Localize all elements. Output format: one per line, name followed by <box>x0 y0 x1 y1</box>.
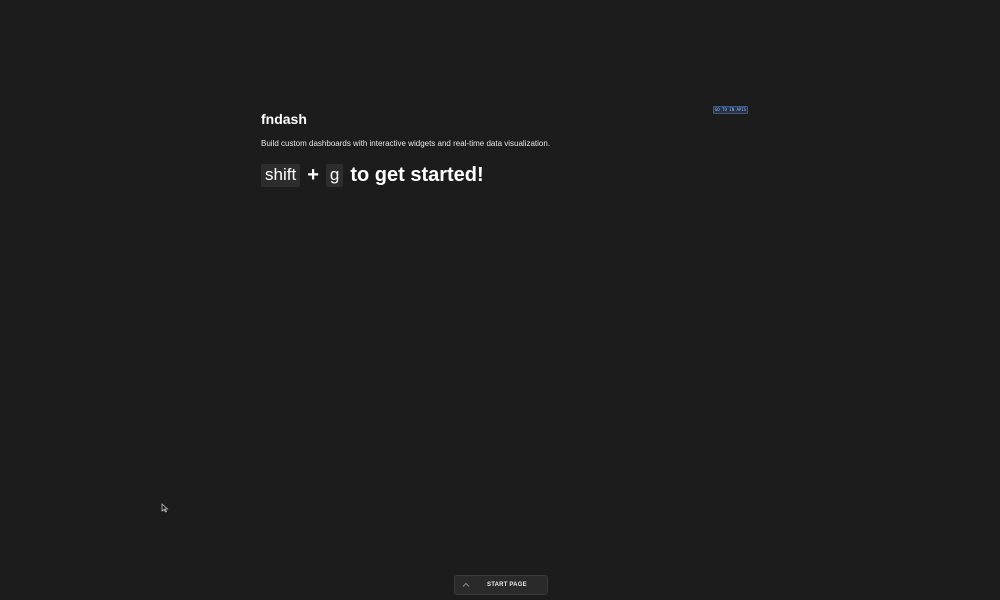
start-page-button[interactable]: START PAGE <box>454 575 548 595</box>
app-title: fndash <box>261 111 307 127</box>
shift-key: shift <box>261 163 301 187</box>
plus-sign: + <box>307 163 319 186</box>
mouse-cursor-icon <box>161 500 169 513</box>
get-started-text: to get started! <box>350 163 484 186</box>
app-description: Build custom dashboards with interactive… <box>261 139 551 148</box>
get-started-hint: shift + g to get started! <box>261 161 484 189</box>
status-badge[interactable]: GO TO IN APIS <box>713 106 748 114</box>
start-page-label: START PAGE <box>487 582 527 588</box>
g-key: g <box>325 163 344 187</box>
chevron-up-icon <box>461 580 471 590</box>
start-screen: fndash Build custom dashboards with inte… <box>0 0 1000 600</box>
